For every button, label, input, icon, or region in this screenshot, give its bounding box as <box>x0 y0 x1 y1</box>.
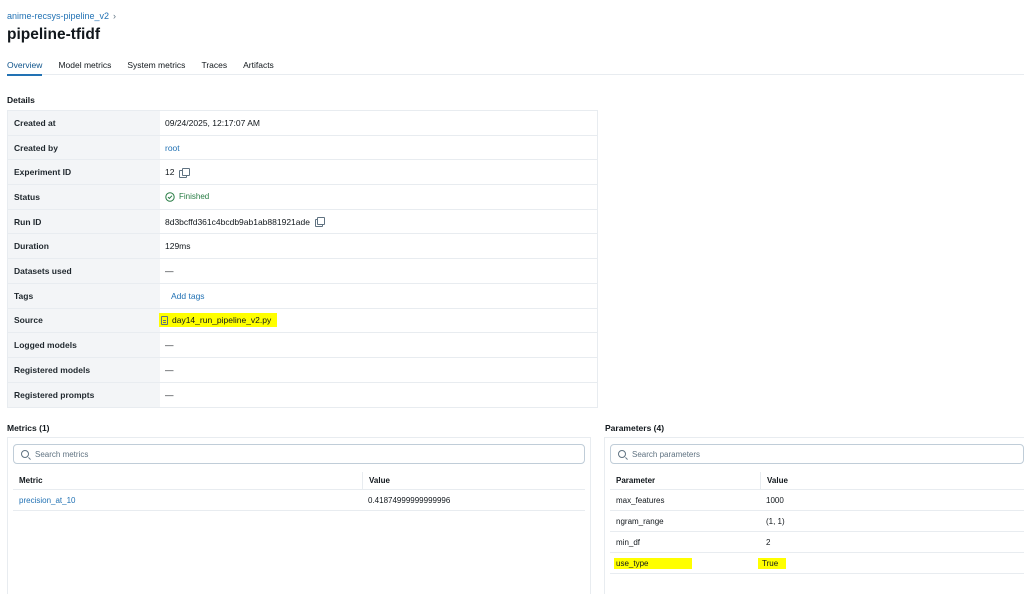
details-row-datasets-used: Datasets used — <box>8 259 597 284</box>
metrics-heading: Metrics (1) <box>7 423 50 433</box>
details-key: Registered prompts <box>8 382 160 408</box>
details-row-source: Source day14_run_pipeline_v2.py <box>8 308 597 334</box>
table-row: use_type True <box>610 553 1024 574</box>
param-value: 1000 <box>766 495 784 505</box>
registered-models-value: — <box>165 364 174 375</box>
metric-name-link[interactable]: precision_at_10 <box>13 496 362 505</box>
search-icon <box>21 450 29 458</box>
details-row-tags: Tags Add tags <box>8 283 597 309</box>
run-id-value: 8d3bcffd361c4bcdb9ab1ab881921ade <box>165 216 310 227</box>
details-key: Datasets used <box>8 259 160 283</box>
search-metrics-placeholder: Search metrics <box>35 449 89 459</box>
details-key: Created by <box>8 135 160 160</box>
duration-value: 129ms <box>165 241 191 252</box>
logged-models-value: — <box>165 340 174 351</box>
experiment-id-value: 12 <box>165 167 175 178</box>
parameters-table: Parameter Value max_features 1000 ngram_… <box>610 472 1024 574</box>
metrics-header-row: Metric Value <box>13 472 585 490</box>
table-row: precision_at_10 0.41874999999999996 <box>13 490 585 511</box>
table-row: ngram_range (1, 1) <box>610 511 1024 532</box>
source-filename: day14_run_pipeline_v2.py <box>172 315 272 326</box>
chevron-right-icon: › <box>113 11 117 21</box>
param-name: min_df <box>616 537 641 547</box>
table-row: max_features 1000 <box>610 490 1024 511</box>
details-key: Created at <box>8 111 160 135</box>
page-title: pipeline-tfidf <box>7 26 100 43</box>
column-header-parameter[interactable]: Parameter <box>610 476 760 485</box>
details-key: Source <box>8 308 160 333</box>
column-header-metric[interactable]: Metric <box>13 476 362 485</box>
status-text: Finished <box>179 192 210 202</box>
details-row-registered-models: Registered models — <box>8 357 597 383</box>
column-header-value[interactable]: Value <box>362 472 585 489</box>
param-name: max_features <box>616 495 665 505</box>
details-key: Tags <box>8 283 160 308</box>
parameters-header-row: Parameter Value <box>610 472 1024 490</box>
table-row: min_df 2 <box>610 532 1024 553</box>
details-key: Registered models <box>8 357 160 382</box>
breadcrumb: anime-recsys-pipeline_v2 › <box>7 11 116 21</box>
status-badge: Finished <box>165 192 209 202</box>
details-row-created-at: Created at 09/24/2025, 12:17:07 AM <box>8 111 597 136</box>
metrics-table: Metric Value precision_at_10 0.418749999… <box>13 472 585 511</box>
parameters-panel: Search parameters Parameter Value max_fe… <box>604 437 1024 594</box>
metrics-panel: Search metrics Metric Value precision_at… <box>7 437 591 594</box>
details-row-registered-prompts: Registered prompts — <box>8 382 597 408</box>
details-heading: Details <box>7 95 35 105</box>
details-key: Experiment ID <box>8 160 160 185</box>
copy-icon[interactable] <box>314 217 326 228</box>
param-value: True <box>758 557 787 569</box>
tab-bar: Overview Model metrics System metrics Tr… <box>7 60 1024 76</box>
tab-traces[interactable]: Traces <box>201 60 227 75</box>
tab-artifacts[interactable]: Artifacts <box>243 60 274 75</box>
tab-overview[interactable]: Overview <box>7 60 43 76</box>
details-row-status: Status Finished <box>8 185 597 210</box>
tab-system-metrics[interactable]: System metrics <box>127 60 185 75</box>
copy-icon[interactable] <box>179 167 190 178</box>
check-circle-icon <box>165 192 175 202</box>
search-metrics-input[interactable]: Search metrics <box>13 444 585 464</box>
details-key: Status <box>8 185 160 209</box>
details-row-run-id: Run ID 8d3bcffd361c4bcdb9ab1ab881921ade <box>8 209 597 235</box>
param-name: use_type <box>614 557 693 569</box>
param-value: (1, 1) <box>766 516 785 526</box>
details-key: Logged models <box>8 333 160 357</box>
param-value: 2 <box>766 537 771 547</box>
metric-value: 0.41874999999999996 <box>368 495 451 505</box>
details-row-duration: Duration 129ms <box>8 234 597 260</box>
parameters-heading: Parameters (4) <box>605 423 665 433</box>
breadcrumb-experiment-link[interactable]: anime-recsys-pipeline_v2 <box>7 11 109 21</box>
search-icon <box>618 450 626 458</box>
tab-model-metrics[interactable]: Model metrics <box>58 60 111 75</box>
created-at-value: 09/24/2025, 12:17:07 AM <box>165 117 260 128</box>
file-icon <box>161 315 168 325</box>
datasets-used-value: — <box>165 265 174 276</box>
details-row-created-by: Created by root <box>8 135 597 161</box>
search-parameters-input[interactable]: Search parameters <box>610 444 1024 464</box>
registered-prompts-value: — <box>165 389 174 400</box>
details-row-logged-models: Logged models — <box>8 333 597 358</box>
details-row-experiment-id: Experiment ID 12 <box>8 160 597 186</box>
details-table: Created at 09/24/2025, 12:17:07 AM Creat… <box>7 110 598 409</box>
source-link[interactable]: day14_run_pipeline_v2.py <box>159 313 278 328</box>
details-key: Duration <box>8 234 160 259</box>
created-by-link[interactable]: root <box>165 143 180 153</box>
column-header-value[interactable]: Value <box>760 472 1024 489</box>
search-parameters-placeholder: Search parameters <box>632 449 701 459</box>
param-name: ngram_range <box>616 516 664 526</box>
details-key: Run ID <box>8 209 160 234</box>
add-tags-button[interactable]: Add tags <box>171 291 205 301</box>
